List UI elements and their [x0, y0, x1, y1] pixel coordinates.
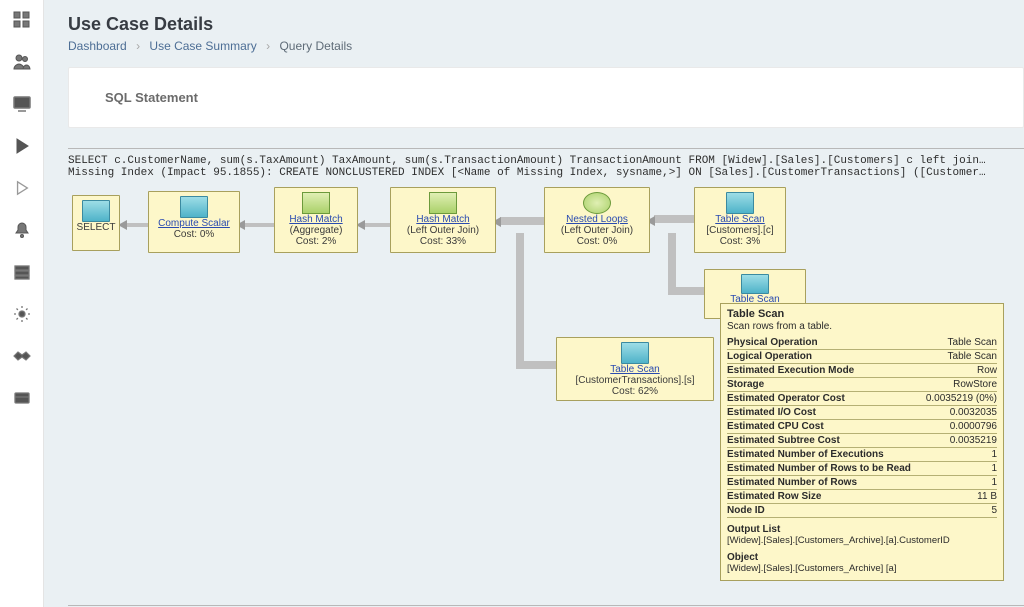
- compute-icon: [180, 196, 208, 218]
- bell-icon[interactable]: [10, 218, 34, 242]
- plan-edge: [668, 287, 706, 295]
- plan-node-customers-scan[interactable]: Table Scan [Customers].[c] Cost: 3%: [694, 187, 786, 253]
- breadcrumb-summary[interactable]: Use Case Summary: [149, 39, 256, 53]
- plan-edge: [654, 215, 696, 223]
- tooltip-output-list: [Widew].[Sales].[Customers_Archive].[a].…: [727, 535, 997, 546]
- tooltip-object-label: Object: [727, 552, 997, 563]
- plan-node-hash-aggregate[interactable]: Hash Match (Aggregate) Cost: 2%: [274, 187, 358, 253]
- hash-icon: [429, 192, 457, 214]
- chevron-right-icon: ›: [266, 39, 270, 53]
- tooltip-props: Physical OperationTable Scan Logical Ope…: [727, 336, 997, 518]
- page-title: Use Case Details: [68, 14, 1024, 35]
- tooltip-row: Node ID5: [727, 504, 997, 518]
- tooltip-title: Table Scan: [727, 308, 997, 320]
- node-label: Hash Match: [416, 214, 469, 225]
- table-icon: [741, 274, 769, 294]
- tooltip-output-list-label: Output List: [727, 524, 997, 535]
- plan-edge: [516, 361, 558, 369]
- tooltip-row: Estimated I/O Cost0.0032035: [727, 406, 997, 420]
- table-icon: [726, 192, 754, 214]
- hash-icon: [302, 192, 330, 214]
- sql-statement-panel: SQL Statement: [68, 67, 1024, 128]
- node-label: Table Scan: [610, 364, 659, 375]
- main-content: Use Case Details Dashboard › Use Case Su…: [44, 0, 1024, 607]
- execution-plan-panel: SELECT c.CustomerName, sum(s.TaxAmount) …: [68, 148, 1024, 606]
- tooltip-row: StorageRowStore: [727, 378, 997, 392]
- node-cost: Cost: 33%: [420, 236, 466, 247]
- node-cost: Cost: 3%: [720, 236, 761, 247]
- left-nav: [0, 0, 44, 607]
- tooltip-row: Estimated Operator Cost0.0035219 (0%): [727, 392, 997, 406]
- plan-node-compute-scalar[interactable]: Compute Scalar Cost: 0%: [148, 191, 240, 253]
- node-subtitle: (Aggregate): [290, 225, 343, 236]
- monitor-icon[interactable]: [10, 92, 34, 116]
- breadcrumb-dashboard[interactable]: Dashboard: [68, 39, 127, 53]
- node-object: [Customers].[c]: [706, 225, 773, 236]
- plan-sql-line: SELECT c.CustomerName, sum(s.TaxAmount) …: [68, 155, 1024, 167]
- users-icon[interactable]: [10, 50, 34, 74]
- node-label: Table Scan: [715, 214, 764, 225]
- tooltip-subtitle: Scan rows from a table.: [727, 321, 997, 332]
- plan-edge: [126, 223, 150, 227]
- node-label: SELECT: [77, 222, 116, 233]
- plan-edge: [500, 217, 546, 225]
- tooltip-row: Physical OperationTable Scan: [727, 336, 997, 350]
- play-outline-icon[interactable]: [10, 176, 34, 200]
- node-cost: Cost: 0%: [174, 229, 215, 240]
- plan-edge: [364, 223, 392, 227]
- plan-node-select[interactable]: SELECT: [72, 195, 120, 251]
- select-icon: [82, 200, 110, 222]
- tooltip-row: Estimated Execution ModeRow: [727, 364, 997, 378]
- node-tooltip: Table Scan Scan rows from a table. Physi…: [720, 303, 1004, 581]
- table-icon: [621, 342, 649, 364]
- tooltip-object: [Widew].[Sales].[Customers_Archive] [a]: [727, 563, 997, 574]
- tooltip-row: Estimated Number of Rows1: [727, 476, 997, 490]
- node-subtitle: (Left Outer Join): [407, 225, 479, 236]
- node-cost: Cost: 0%: [577, 236, 618, 247]
- card-icon[interactable]: [10, 386, 34, 410]
- node-label: Nested Loops: [566, 214, 628, 225]
- dashboard-icon[interactable]: [10, 8, 34, 32]
- plan-node-hash-left-join[interactable]: Hash Match (Left Outer Join) Cost: 33%: [390, 187, 496, 253]
- tooltip-row: Estimated Number of Rows to be Read1: [727, 462, 997, 476]
- breadcrumb: Dashboard › Use Case Summary › Query Det…: [68, 39, 1024, 53]
- plan-canvas: SELECT Compute Scalar Cost: 0% Hash Matc…: [68, 185, 1024, 605]
- tooltip-row: Logical OperationTable Scan: [727, 350, 997, 364]
- play-icon[interactable]: [10, 134, 34, 158]
- node-subtitle: (Left Outer Join): [561, 225, 633, 236]
- tooltip-row: Estimated CPU Cost0.0000796: [727, 420, 997, 434]
- node-cost: Cost: 2%: [296, 236, 337, 247]
- plan-edge: [668, 233, 676, 295]
- breadcrumb-current: Query Details: [279, 39, 352, 53]
- node-object: [CustomerTransactions].[s]: [575, 375, 694, 386]
- plan-node-transactions-scan[interactable]: Table Scan [CustomerTransactions].[s] Co…: [556, 337, 714, 401]
- handshake-icon[interactable]: [10, 344, 34, 368]
- node-label: Compute Scalar: [158, 218, 230, 229]
- gear-icon[interactable]: [10, 302, 34, 326]
- node-label: Hash Match: [289, 214, 342, 225]
- plan-edge: [516, 233, 524, 369]
- sql-statement-label: SQL Statement: [105, 90, 987, 105]
- tooltip-row: Estimated Row Size11 B: [727, 490, 997, 504]
- plan-missing-index-line: Missing Index (Impact 95.1855): CREATE N…: [68, 167, 1024, 179]
- storage-icon[interactable]: [10, 260, 34, 284]
- plan-node-nested-loops[interactable]: Nested Loops (Left Outer Join) Cost: 0%: [544, 187, 650, 253]
- plan-edge: [244, 223, 276, 227]
- tooltip-row: Estimated Number of Executions1: [727, 448, 997, 462]
- loop-icon: [583, 192, 611, 214]
- tooltip-row: Estimated Subtree Cost0.0035219: [727, 434, 997, 448]
- node-cost: Cost: 62%: [612, 386, 658, 397]
- chevron-right-icon: ›: [136, 39, 140, 53]
